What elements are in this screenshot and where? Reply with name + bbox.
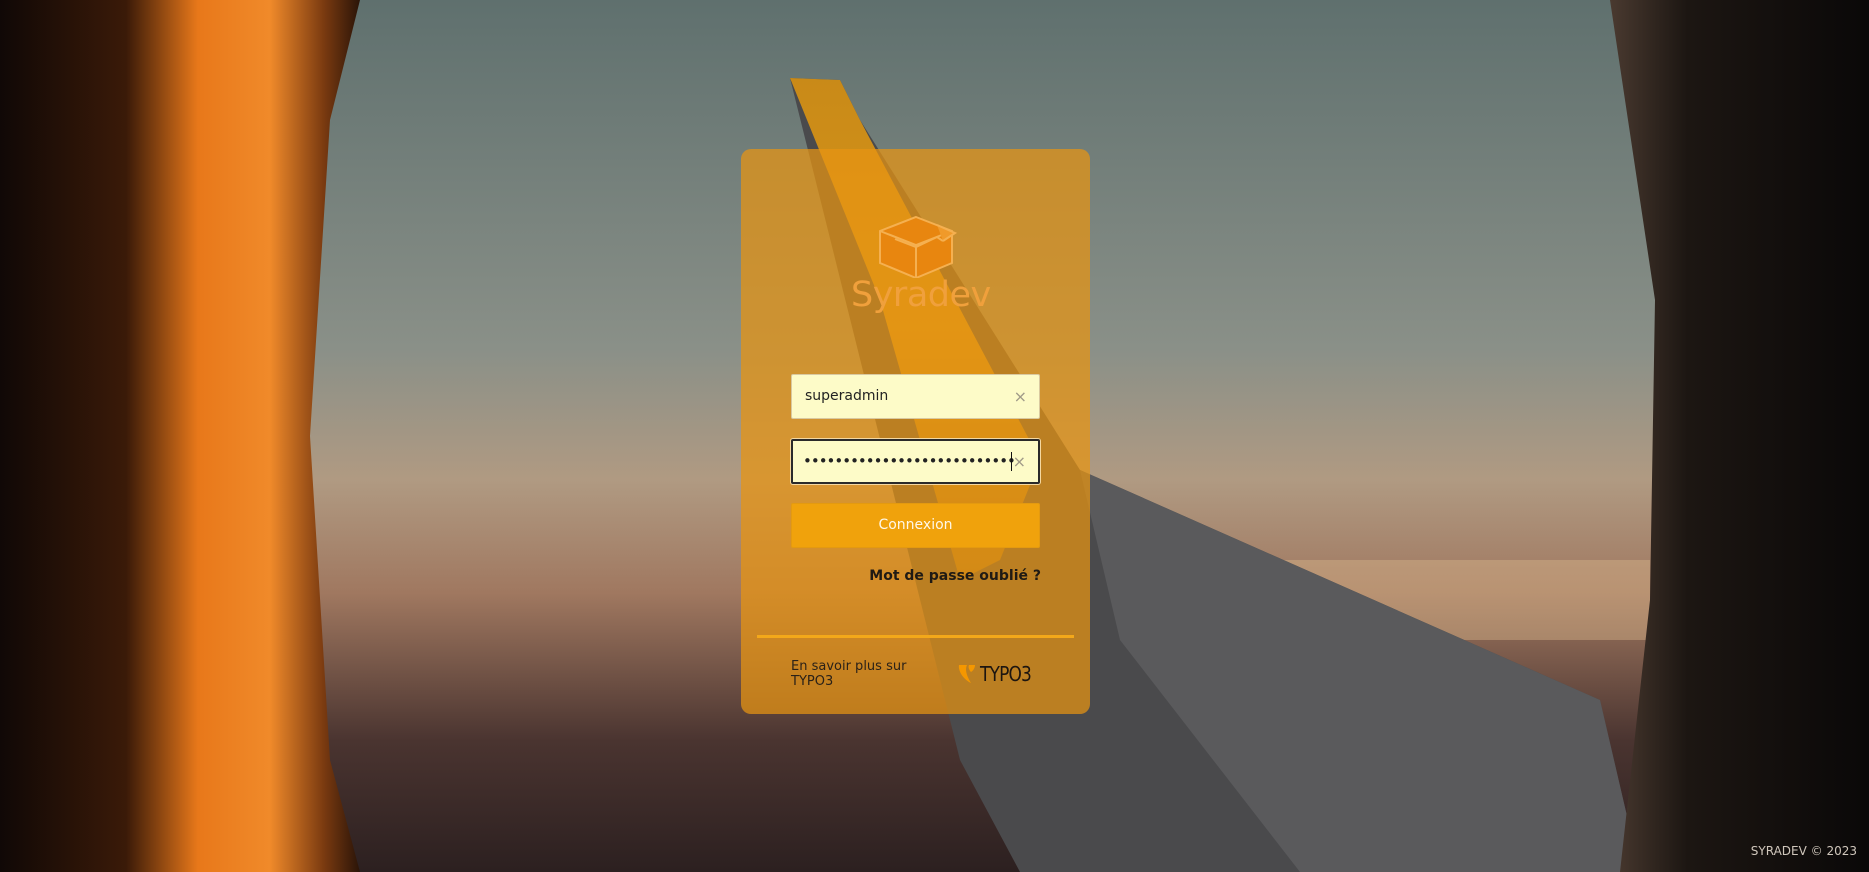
typo3-info-text: En savoir plus sur TYPO3 xyxy=(791,659,907,689)
divider xyxy=(757,635,1074,638)
forgot-password-link[interactable]: Mot de passe oublié ? xyxy=(869,568,1041,584)
clear-username-icon[interactable]: × xyxy=(1014,375,1027,418)
typo3-info-link[interactable]: En savoir plus sur TYPO3 TYPO3 xyxy=(791,659,1040,689)
login-button[interactable]: Connexion xyxy=(791,503,1040,548)
copyright-notice: SYRADEV © 2023 xyxy=(1750,844,1857,858)
password-value: ••••••••••••••••••••••••••• xyxy=(803,452,1016,470)
box-icon xyxy=(879,215,958,278)
clear-password-icon[interactable]: × xyxy=(1013,441,1026,482)
username-field[interactable]: superadmin × xyxy=(791,374,1040,419)
typo3-icon xyxy=(958,665,976,683)
typo3-wordmark: TYPO3 xyxy=(980,662,1032,686)
brand-logo: Syradev xyxy=(851,213,991,323)
brand-name: Syradev xyxy=(851,275,991,315)
password-field[interactable]: ••••••••••••••••••••••••••• × xyxy=(791,439,1040,484)
login-card: Syradev superadmin × •••••••••••••••••••… xyxy=(741,149,1090,714)
typo3-logo: TYPO3 xyxy=(957,662,1040,686)
username-value: superadmin xyxy=(805,388,889,404)
